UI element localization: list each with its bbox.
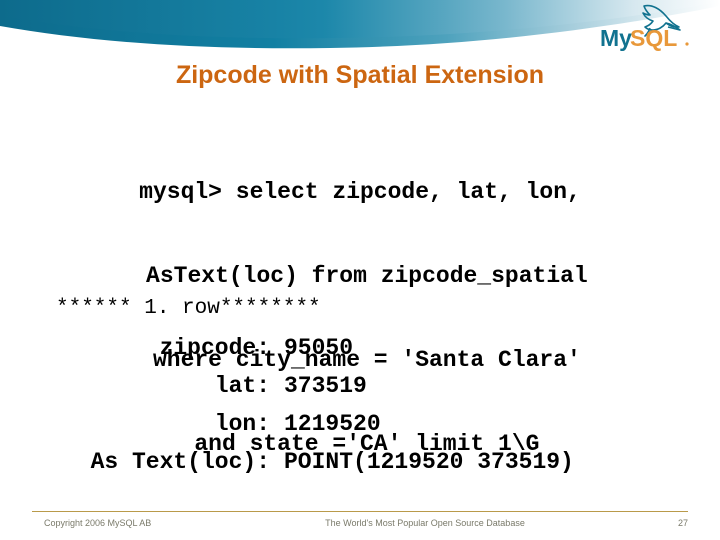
- table-row: As Text(loc): POINT(1219520 373519): [0, 449, 720, 487]
- result-value: POINT(1219520 373519): [284, 449, 574, 475]
- result-value: 95050: [284, 335, 354, 361]
- logo-dot: [685, 42, 689, 46]
- query-line: mysql> select zipcode, lat, lon,: [139, 179, 581, 205]
- logo-text-sql: SQL: [630, 25, 677, 51]
- result-row-header: ****** 1. row********: [56, 297, 321, 320]
- page-title: Zipcode with Spatial Extension: [175, 61, 545, 89]
- result-label: lon:: [214, 411, 270, 437]
- footer-divider: [32, 511, 688, 512]
- footer: Copyright 2006 MySQL AB The World's Most…: [0, 516, 720, 536]
- table-row: lat: 373519: [0, 373, 720, 411]
- logo-text-my: My: [600, 25, 632, 51]
- footer-tagline: The World's Most Popular Open Source Dat…: [325, 518, 525, 528]
- query-line: AsText(loc) from zipcode_spatial: [132, 263, 588, 289]
- table-row: lon: 1219520: [0, 411, 720, 449]
- result-label: zipcode:: [159, 335, 270, 361]
- result-table: zipcode: 95050 lat: 373519 lon: 1219520 …: [0, 335, 720, 487]
- result-label: lat:: [214, 373, 270, 399]
- result-value: 373519: [284, 373, 367, 399]
- result-label: As Text(loc):: [90, 449, 270, 475]
- table-row: zipcode: 95050: [0, 335, 720, 373]
- mysql-logo: My SQL: [600, 2, 708, 54]
- footer-page-number: 27: [677, 518, 688, 528]
- result-value: 1219520: [284, 411, 381, 437]
